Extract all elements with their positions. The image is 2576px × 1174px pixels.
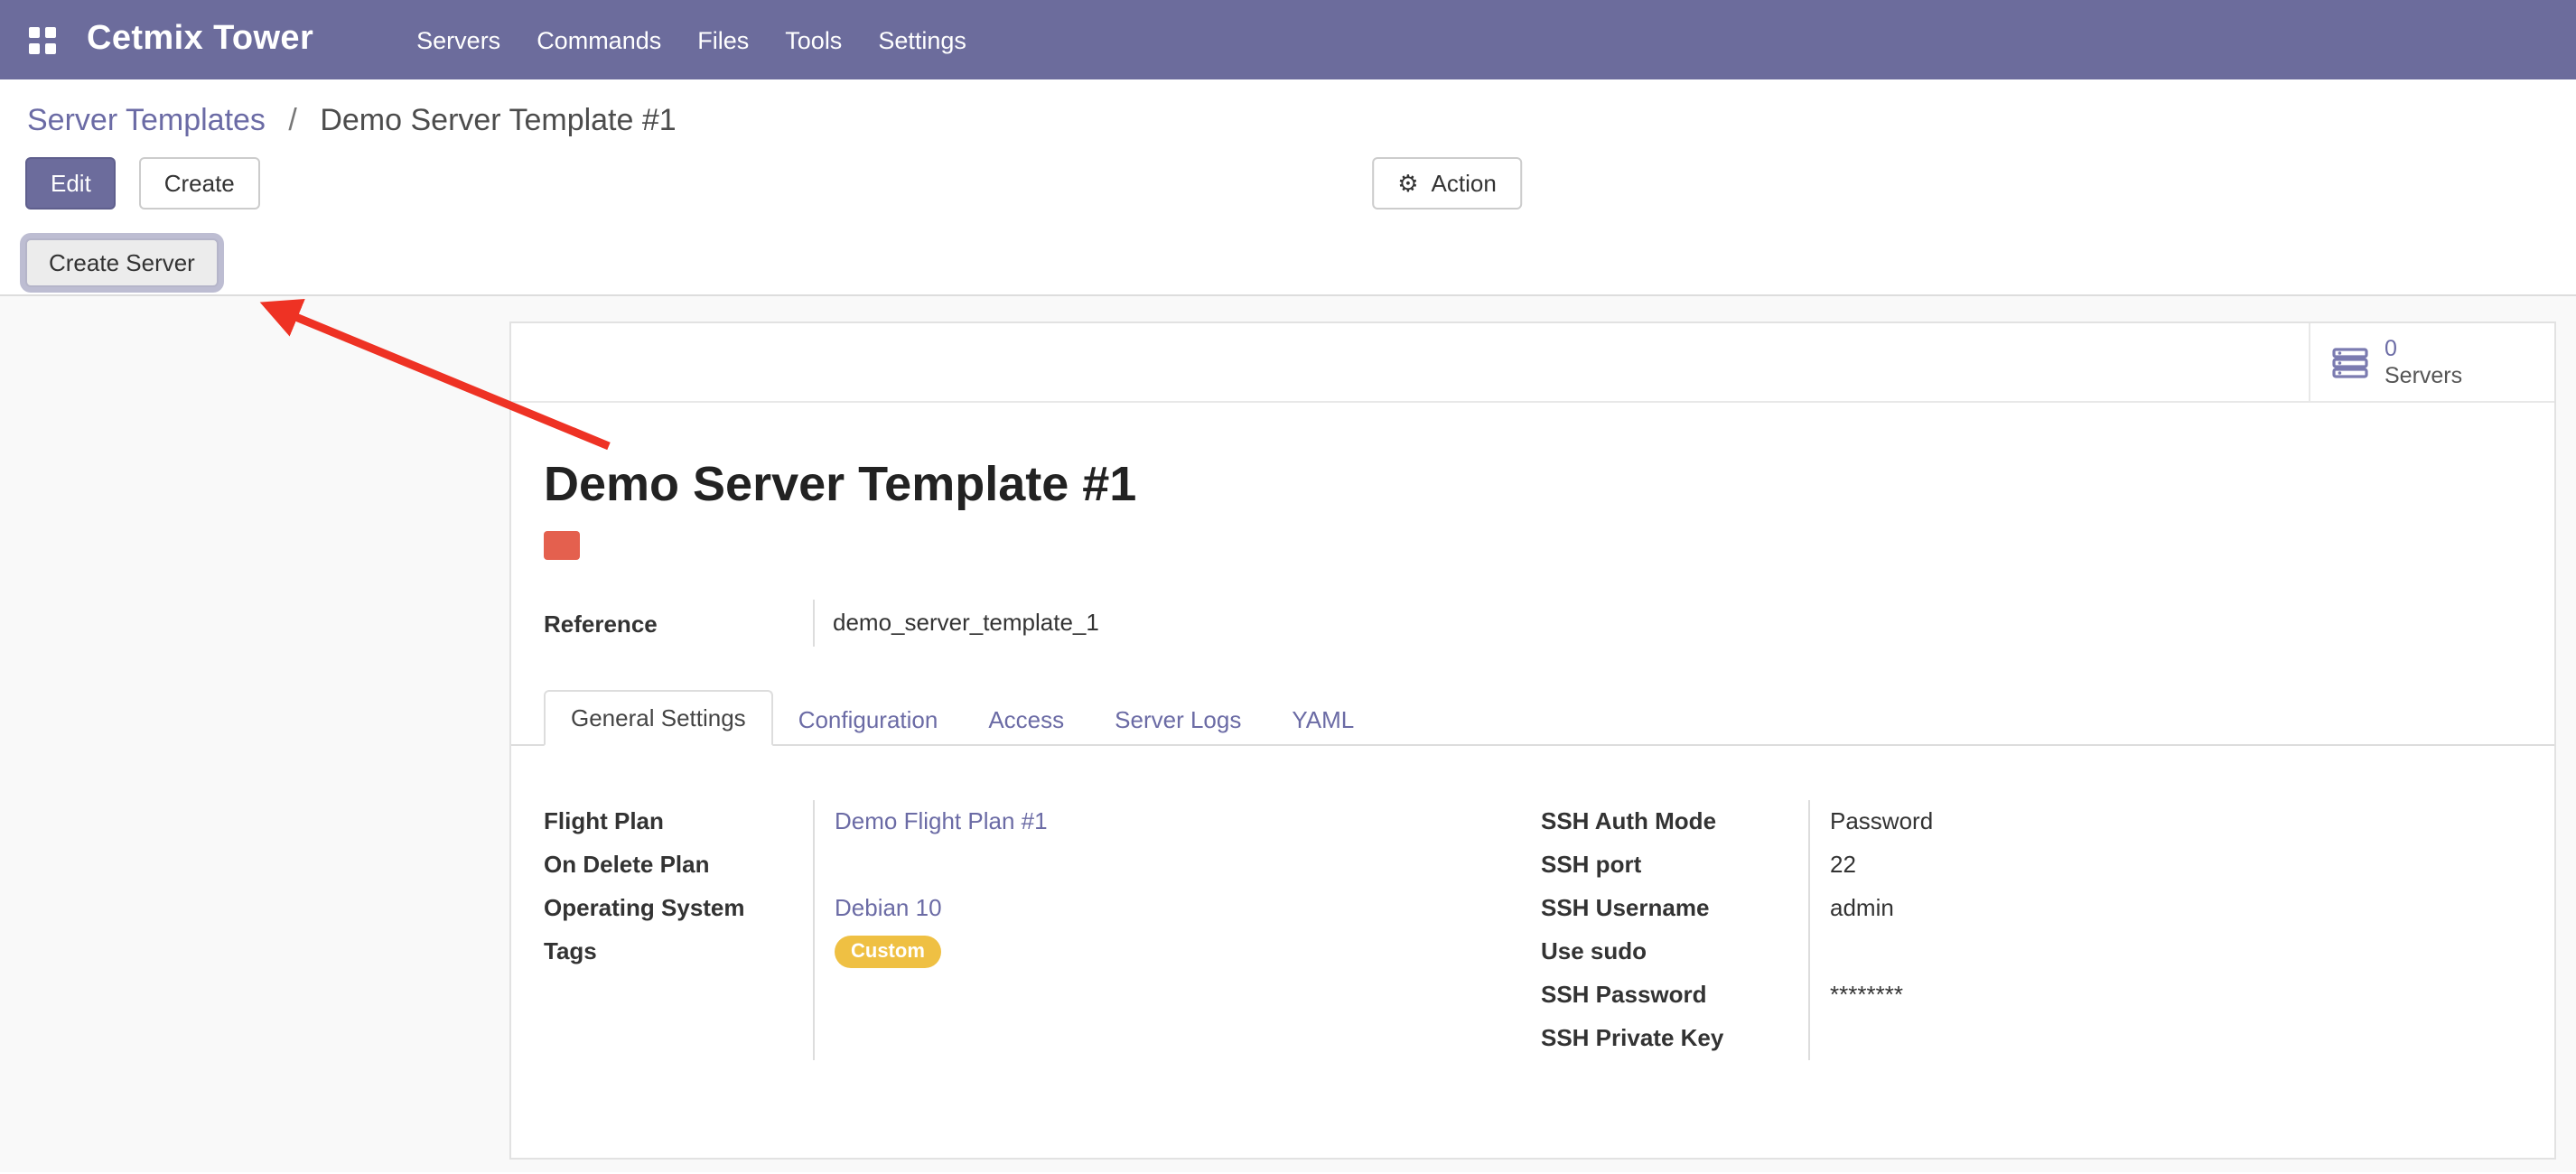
breadcrumb: Server Templates / Demo Server Template … [0, 79, 2576, 139]
reference-label: Reference [544, 610, 813, 637]
create-button[interactable]: Create [139, 157, 260, 210]
field-label-ssh-port: SSH port [1541, 843, 1808, 887]
app-window: Cetmix Tower Servers Commands Files Tool… [0, 0, 2576, 1174]
template-color-swatch [544, 531, 580, 560]
tab-server-logs[interactable]: Server Logs [1089, 694, 1266, 746]
reference-value: demo_server_template_1 [813, 600, 2522, 647]
field-label-tags: Tags [544, 930, 813, 974]
breadcrumb-current: Demo Server Template #1 [320, 103, 676, 137]
create-server-button[interactable]: Create Server [25, 238, 219, 287]
field-label-operating-system: Operating System [544, 887, 813, 930]
form-sheet: 0 Servers Demo Server Template #1 Refere… [509, 321, 2556, 1160]
breadcrumb-separator: / [288, 103, 296, 137]
nav-item-settings[interactable]: Settings [860, 15, 985, 64]
reference-field-row: Reference demo_server_template_1 [544, 600, 2522, 647]
field-values-right: Password 22 admin ******** [1808, 800, 2522, 1060]
control-panel: Server Templates / Demo Server Template … [0, 79, 2576, 296]
servers-icon [2332, 344, 2368, 380]
field-value-ssh-auth-mode: Password [1830, 800, 2522, 843]
servers-smart-button-text: 0 Servers [2385, 335, 2462, 389]
field-value-on-delete-plan [835, 843, 1519, 887]
form-view: 0 Servers Demo Server Template #1 Refere… [0, 296, 2576, 1172]
field-value-ssh-port: 22 [1830, 843, 2522, 887]
field-labels-right: SSH Auth Mode SSH port SSH Username Use … [1541, 800, 1808, 1060]
control-panel-buttons: Edit Create ⚙ Action [25, 157, 2576, 210]
action-button[interactable]: ⚙ Action [1372, 157, 1522, 210]
gear-icon: ⚙ [1397, 169, 1418, 198]
notebook-tabs: General Settings Configuration Access Se… [511, 686, 2554, 746]
field-group-left: Flight Plan On Delete Plan Operating Sys… [544, 800, 1519, 1060]
nav-item-servers[interactable]: Servers [398, 15, 518, 64]
tab-access[interactable]: Access [963, 694, 1089, 746]
nav-item-tools[interactable]: Tools [767, 15, 860, 64]
tag-badge-custom: Custom [835, 936, 941, 968]
field-values-left: Demo Flight Plan #1 Debian 10 Custom [813, 800, 1519, 1060]
field-label-on-delete-plan: On Delete Plan [544, 843, 813, 887]
tab-yaml[interactable]: YAML [1266, 694, 1379, 746]
edit-button[interactable]: Edit [25, 157, 117, 210]
field-value-ssh-private-key [1830, 1017, 2522, 1060]
field-label-use-sudo: Use sudo [1541, 930, 1808, 974]
field-label-ssh-private-key: SSH Private Key [1541, 1017, 1808, 1060]
field-label-ssh-auth-mode: SSH Auth Mode [1541, 800, 1808, 843]
field-group-right: SSH Auth Mode SSH port SSH Username Use … [1541, 800, 2522, 1060]
field-labels-left: Flight Plan On Delete Plan Operating Sys… [544, 800, 813, 1060]
apps-menu-icon-square [45, 26, 56, 37]
field-label-ssh-username: SSH Username [1541, 887, 1808, 930]
breadcrumb-parent-link[interactable]: Server Templates [27, 103, 266, 137]
action-button-label: Action [1432, 170, 1497, 197]
field-value-ssh-password: ******** [1830, 974, 2522, 1017]
servers-count: 0 [2385, 335, 2462, 362]
nav-item-commands[interactable]: Commands [518, 15, 679, 64]
top-navbar: Cetmix Tower Servers Commands Files Tool… [0, 0, 2576, 79]
apps-menu-icon[interactable] [29, 26, 56, 53]
apps-menu-icon-square [29, 42, 40, 53]
main-menu: Servers Commands Files Tools Settings [398, 15, 985, 64]
sheet-top-strip: 0 Servers [511, 323, 2554, 403]
field-value-ssh-username: admin [1830, 887, 2522, 930]
record-title: Demo Server Template #1 [544, 457, 2522, 513]
statusbar: Create Server [0, 231, 2576, 296]
field-label-flight-plan: Flight Plan [544, 800, 813, 843]
tab-general-settings[interactable]: General Settings [544, 690, 773, 746]
action-button-wrap: ⚙ Action [1372, 157, 1522, 210]
apps-menu-icon-square [29, 26, 40, 37]
brand-title[interactable]: Cetmix Tower [87, 20, 313, 60]
field-label-ssh-password: SSH Password [1541, 974, 1808, 1017]
nav-item-files[interactable]: Files [679, 15, 767, 64]
servers-count-label: Servers [2385, 362, 2462, 389]
field-value-use-sudo [1830, 930, 2522, 974]
field-value-operating-system-link[interactable]: Debian 10 [835, 894, 942, 921]
servers-smart-button[interactable]: 0 Servers [2309, 323, 2554, 401]
tab-configuration[interactable]: Configuration [773, 694, 964, 746]
apps-menu-icon-square [45, 42, 56, 53]
field-grid: Flight Plan On Delete Plan Operating Sys… [544, 800, 2522, 1060]
field-value-flight-plan-link[interactable]: Demo Flight Plan #1 [835, 807, 1048, 834]
